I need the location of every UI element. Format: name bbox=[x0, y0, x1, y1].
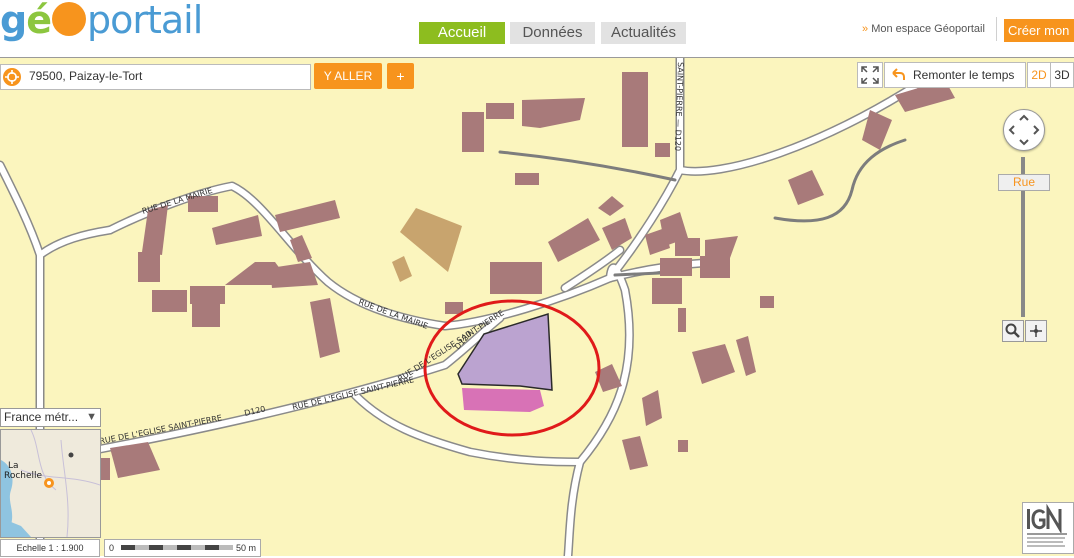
logo-orange-circle: o bbox=[51, 2, 86, 36]
logo-letter-g: g bbox=[0, 0, 27, 42]
tab-donnees[interactable]: Données bbox=[510, 22, 595, 44]
chevron-right-icon: » bbox=[862, 23, 869, 35]
scale-bar: 0 50 m bbox=[104, 539, 261, 557]
mode-2d-button[interactable]: 2D bbox=[1027, 62, 1051, 88]
map-canvas[interactable]: RUE DE LA MAIRIE RUE DE LA MAIRIE D120 R… bbox=[0, 58, 1074, 556]
logo-word-portail: portail bbox=[86, 0, 203, 42]
fullscreen-icon bbox=[861, 66, 879, 84]
add-button[interactable]: + bbox=[387, 63, 414, 89]
scale-ratio: Echelle 1 : 1.900 bbox=[0, 539, 100, 557]
remonter-label: Remonter le temps bbox=[913, 68, 1015, 82]
search-box bbox=[0, 64, 311, 90]
pan-control[interactable] bbox=[1003, 109, 1045, 151]
undo-arrow-icon bbox=[890, 63, 906, 92]
magnifier-icon bbox=[1005, 323, 1020, 338]
locate-icon[interactable] bbox=[3, 68, 21, 86]
header-divider bbox=[996, 17, 997, 41]
mon-espace-label: Mon espace Géoportail bbox=[871, 23, 985, 35]
pan-arrows-icon bbox=[1008, 114, 1040, 146]
creer-compte-button[interactable]: Créer mon bbox=[1004, 19, 1074, 42]
zoom-box-button[interactable] bbox=[1002, 320, 1024, 342]
crosshair-icon bbox=[1030, 325, 1042, 337]
highlighted-building[interactable] bbox=[462, 388, 544, 412]
yaller-button[interactable]: Y ALLER bbox=[314, 63, 382, 89]
overview-map-graphic: La Rochelle bbox=[1, 430, 100, 537]
logo-letter-e: é bbox=[26, 0, 52, 42]
dropdown-arrow-icon: ▼ bbox=[86, 411, 97, 423]
search-input[interactable] bbox=[29, 66, 305, 86]
minimap-city-label-2: Rochelle bbox=[4, 471, 43, 481]
tab-actualites[interactable]: Actualités bbox=[601, 22, 686, 44]
minimap-city-label-1: La bbox=[8, 461, 19, 471]
center-map-button[interactable] bbox=[1025, 320, 1047, 342]
scale-end-label: 50 m bbox=[236, 543, 257, 553]
mode-3d-button[interactable]: 3D bbox=[1050, 62, 1074, 88]
geoportail-logo[interactable]: géoportail bbox=[0, 0, 203, 42]
mon-espace-link[interactable]: » Mon espace Géoportail bbox=[862, 23, 985, 35]
scale-graduation bbox=[121, 545, 233, 550]
ign-logo-graphic bbox=[1027, 503, 1067, 547]
fullscreen-button[interactable] bbox=[857, 62, 883, 88]
overview-map[interactable]: La Rochelle bbox=[0, 429, 101, 538]
territory-select[interactable]: France métr... ▼ bbox=[0, 408, 101, 427]
header: géoportail Accueil Données Actualités » … bbox=[0, 0, 1074, 58]
ign-logo[interactable] bbox=[1022, 502, 1074, 554]
territory-select-value: France métr... bbox=[4, 410, 79, 424]
remonter-le-temps-button[interactable]: Remonter le temps bbox=[884, 62, 1026, 88]
zoom-level-handle[interactable]: Rue bbox=[998, 174, 1050, 191]
tab-accueil[interactable]: Accueil bbox=[419, 22, 505, 44]
scale-start-label: 0 bbox=[109, 543, 115, 553]
